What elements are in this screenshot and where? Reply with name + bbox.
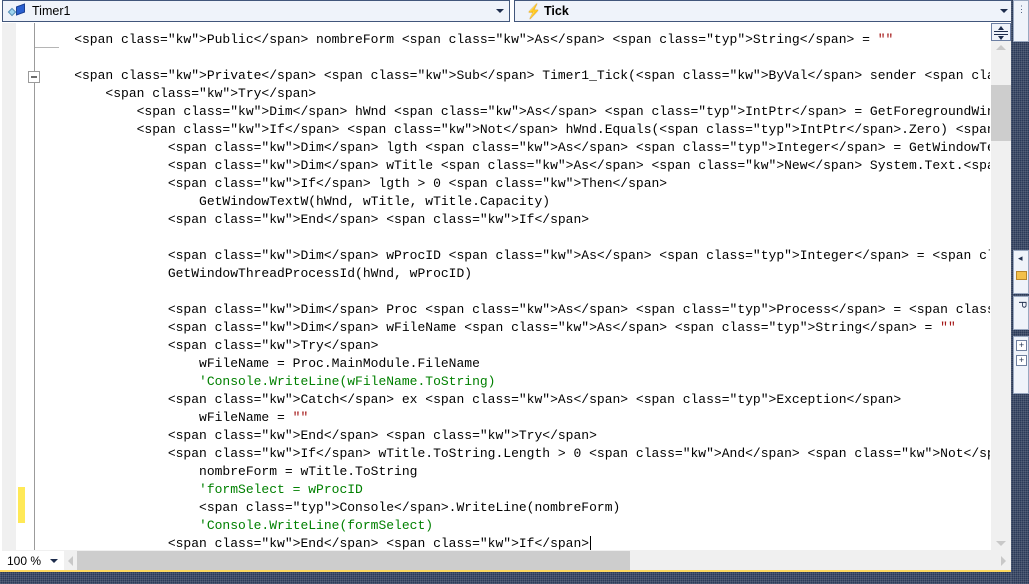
code-line: <span class="kw">End</span> <span class=… (43, 428, 597, 443)
minus-box-icon[interactable] (28, 71, 40, 83)
code-line: <span class="kw">Try</span> (43, 86, 317, 101)
code-line: GetWindowTextW(hWnd, wTitle, wTitle.Capa… (43, 194, 551, 209)
dock-tab-server-explorer[interactable]: + + (1013, 336, 1029, 394)
right-dock-strip: ⋮ ◂ P + + (1011, 0, 1029, 584)
code-line: 'formSelect = wProcID (43, 482, 363, 497)
code-line: GetWindowThreadProcessId(hWnd, wProcID) (43, 266, 473, 281)
code-line: <span class="kw">Dim</span> wFileName <s… (43, 320, 956, 335)
code-line: <span class="kw">Dim</span> wTitle <span… (167, 158, 990, 173)
expand-plus-icon: + (1016, 355, 1027, 366)
zoom-level-value: 100 % (7, 554, 42, 568)
code-line: <span class="kw">Public</span> nombreFor… (43, 32, 894, 47)
scroll-right-arrow-icon[interactable] (1001, 556, 1006, 566)
member-navigation-dropdown[interactable]: ⚡ Tick (514, 0, 1014, 22)
scroll-up-arrow-icon[interactable] (996, 45, 1006, 50)
code-line: <span class="kw">If</span> lgth > 0 <spa… (43, 176, 668, 191)
code-line: 'Console.WriteLine(formSelect) (43, 518, 434, 533)
chevron-down-icon[interactable] (50, 559, 58, 563)
chevron-down-icon[interactable] (492, 1, 509, 21)
dock-tab-toolbox[interactable]: ⋮ (1013, 0, 1029, 42)
class-icon (7, 3, 29, 19)
code-line: <span class="kw">Dim</span> wProcID <spa… (167, 248, 990, 263)
dock-tab-properties-label: P (1016, 300, 1028, 308)
code-line: <span class="kw">End</span> <span class=… (43, 536, 592, 550)
vertical-scrollbar-thumb[interactable] (991, 85, 1011, 141)
code-editor-surface[interactable]: <span class="kw">Public</span> nombreFor… (2, 23, 990, 550)
zoom-level-combobox[interactable]: 100 % (2, 551, 64, 571)
class-navigation-dropdown[interactable]: Timer1 (2, 0, 510, 22)
code-line: wFileName = "" (43, 410, 309, 425)
code-line: <span class="kw">If</span> wTitle.ToStri… (167, 446, 990, 461)
editor-status-bar: 100 % (0, 550, 1011, 572)
horizontal-scrollbar-thumb[interactable] (77, 551, 630, 571)
code-line: <span class="kw">Dim</span> lgth <span c… (167, 140, 990, 155)
vertical-scrollbar[interactable] (991, 23, 1011, 550)
outlining-margin[interactable] (25, 23, 59, 550)
toolbox-icon: ⋮ (1017, 4, 1026, 14)
vs-code-editor-window: Timer1 ⚡ Tick <span class="kw">Public</s… (0, 0, 1029, 584)
editor-left-edge (0, 22, 2, 570)
code-line: <span class="kw">End</span> <span class=… (43, 212, 590, 227)
code-text[interactable]: <span class="kw">Public</span> nombreFor… (43, 23, 990, 550)
outlining-guide-line (34, 23, 35, 550)
unsaved-change-bar (18, 487, 25, 523)
code-line: <span class="kw">Dim</span> Proc <span c… (167, 302, 990, 317)
scroll-left-arrow-icon[interactable] (68, 556, 73, 566)
class-dropdown-value: Timer1 (32, 4, 71, 18)
indicator-margin[interactable] (2, 23, 16, 550)
code-line: <span class="kw">Catch</span> ex <span c… (43, 392, 902, 407)
chevron-left-icon: ◂ (1018, 253, 1023, 263)
event-lightning-icon: ⚡ (526, 3, 541, 19)
window-bottom-chrome (0, 572, 1029, 584)
scroll-down-arrow-icon[interactable] (996, 541, 1006, 546)
folder-icon (1016, 271, 1027, 280)
text-caret (590, 536, 592, 550)
expand-plus-icon: + (1016, 340, 1027, 351)
code-line: <span class="kw">If</span> <span class="… (136, 122, 990, 137)
dock-tab-properties[interactable]: P (1013, 296, 1029, 330)
code-line: <span class="typ">Console</span>.WriteLi… (43, 500, 621, 515)
horizontal-scrollbar[interactable] (65, 551, 1011, 571)
code-line: 'Console.WriteLine(wFileName.ToString) (43, 374, 496, 389)
code-line: nombreForm = wTitle.ToString (43, 464, 418, 479)
code-line: <span class="kw">Dim</span> hWnd <span c… (43, 104, 990, 119)
code-line: <span class="kw">Private</span> <span cl… (74, 68, 990, 83)
code-line: wFileName = Proc.MainModule.FileName (43, 356, 480, 371)
member-dropdown-value: Tick (544, 4, 569, 18)
code-line: <span class="kw">Try</span> (43, 338, 379, 353)
split-view-icon[interactable] (991, 23, 1011, 41)
dock-tab-solution-explorer[interactable]: ◂ (1013, 250, 1029, 294)
